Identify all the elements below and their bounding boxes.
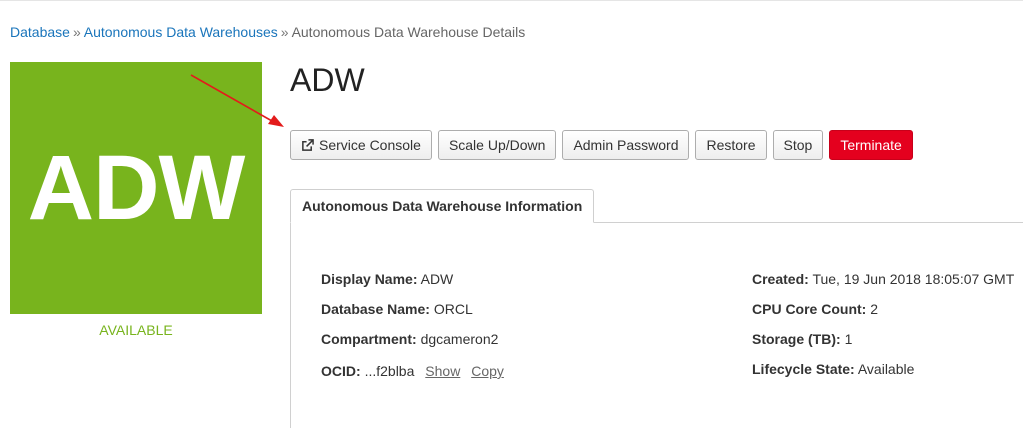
annotation-arrow xyxy=(190,74,284,127)
